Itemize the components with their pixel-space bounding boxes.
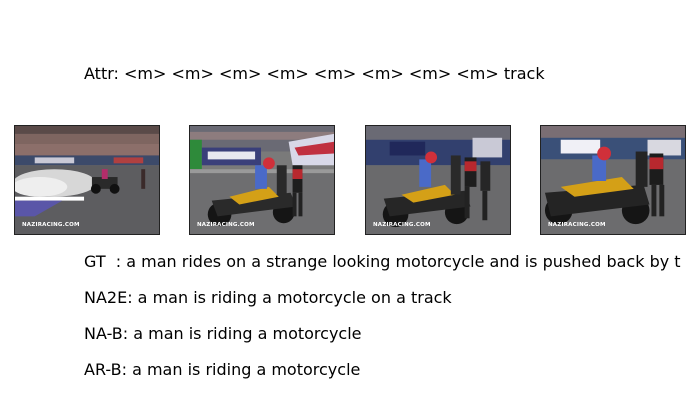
caption-na-b: NA-B: a man is riding a motorcycle xyxy=(84,324,362,343)
frame-1-image xyxy=(15,126,159,234)
frame-4-image xyxy=(541,126,685,234)
caption-ar-b: AR-B: a man is riding a motorcycle xyxy=(84,360,361,379)
frame-3-watermark: NAZIRACING.COM xyxy=(373,222,431,228)
frame-4-watermark: NAZIRACING.COM xyxy=(548,222,606,228)
caption-gt: GT : a man rides on a strange looking mo… xyxy=(84,252,681,271)
frame-1-watermark: NAZIRACING.COM xyxy=(22,222,80,228)
video-frame-2: NAZIRACING.COM xyxy=(189,125,335,235)
frame-3-image xyxy=(366,126,510,234)
caption-na2e: NA2E: a man is riding a motorcycle on a … xyxy=(84,288,452,307)
frame-2-image xyxy=(190,126,334,234)
video-frame-4: NAZIRACING.COM xyxy=(540,125,686,235)
attr-caption: Attr: <m> <m> <m> <m> <m> <m> <m> <m> tr… xyxy=(84,64,545,83)
frame-2-watermark: NAZIRACING.COM xyxy=(197,222,255,228)
video-frame-3: NAZIRACING.COM xyxy=(365,125,511,235)
video-frame-1: NAZIRACING.COM xyxy=(14,125,160,235)
